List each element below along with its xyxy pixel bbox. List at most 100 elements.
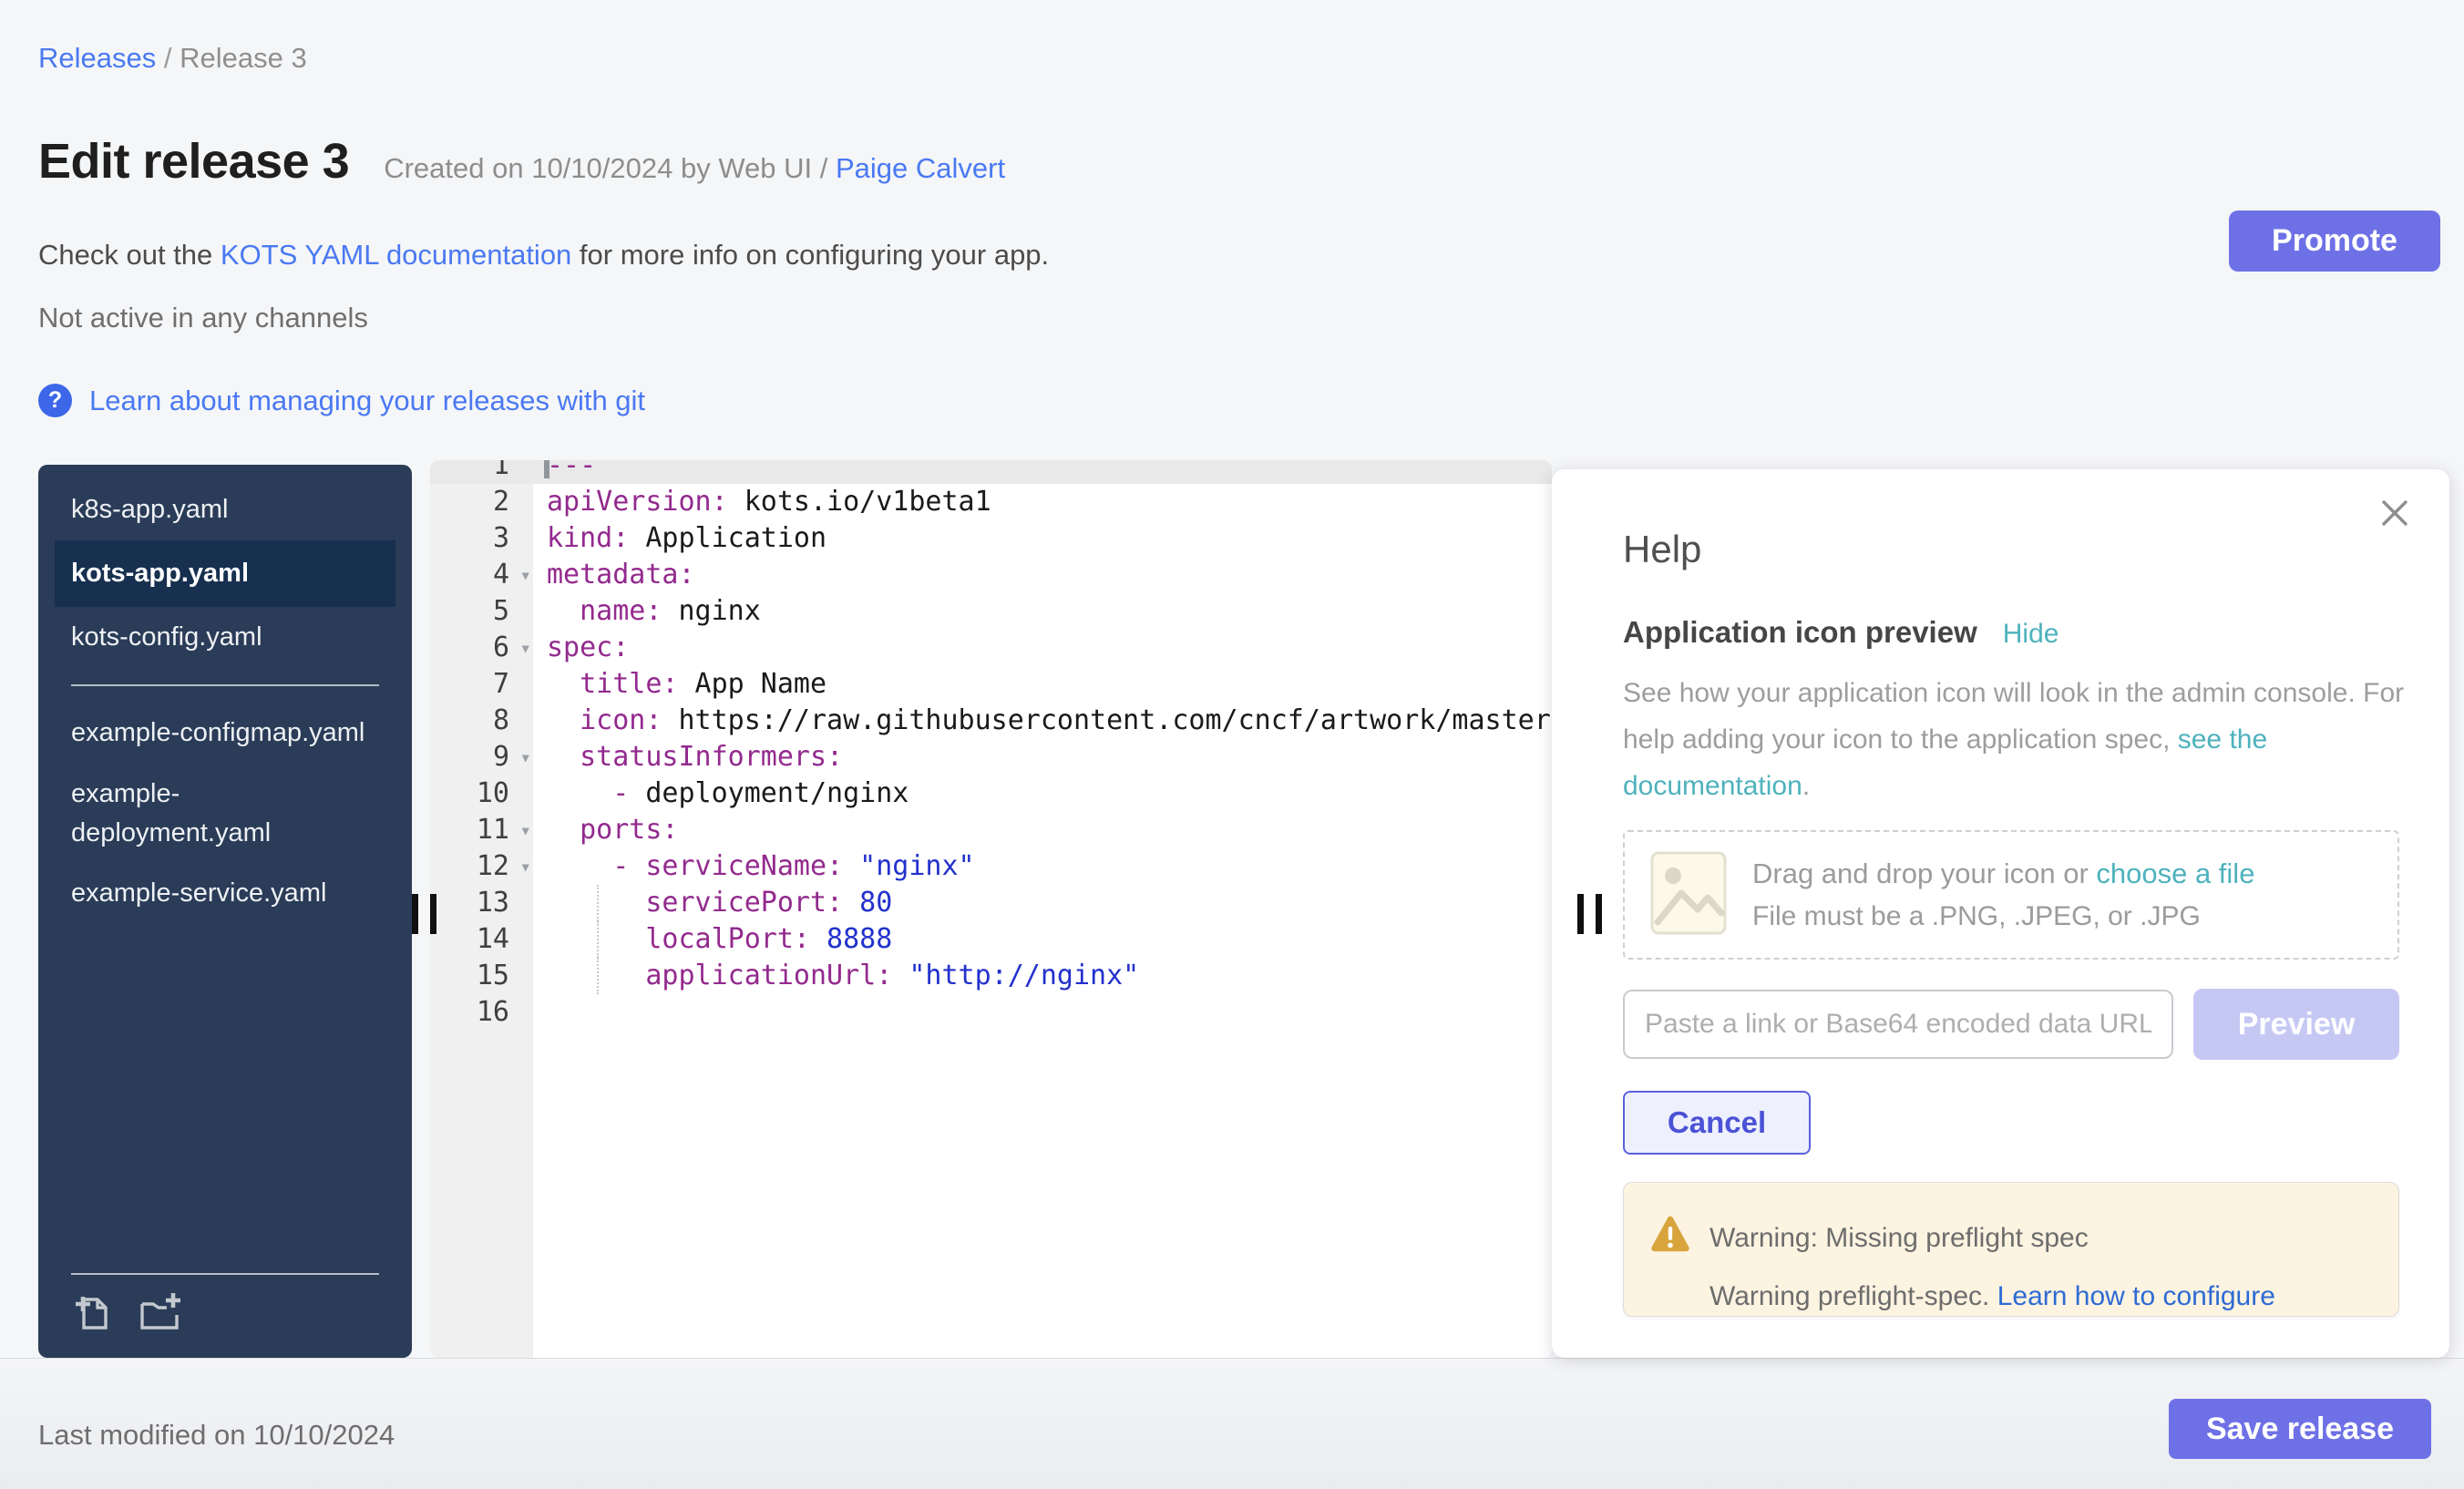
- kots-yaml-docs-link[interactable]: KOTS YAML documentation: [221, 239, 571, 271]
- code-token: [547, 704, 580, 736]
- file-tree-sidebar: k8s-app.yamlkots-app.yamlkots-config.yam…: [38, 465, 412, 1358]
- add-file-button[interactable]: [71, 1291, 113, 1336]
- file-tree-item-kots-config.yaml[interactable]: kots-config.yaml: [55, 607, 395, 668]
- preflight-warning: Warning: Missing preflight spec Warning …: [1623, 1182, 2399, 1317]
- code-line[interactable]: 6▾spec:: [430, 630, 1552, 666]
- fold-arrow-icon[interactable]: ▾: [519, 557, 531, 593]
- file-list: k8s-app.yamlkots-app.yamlkots-config.yam…: [38, 465, 412, 924]
- fold-arrow-icon[interactable]: ▾: [519, 812, 531, 848]
- preview-button[interactable]: Preview: [2193, 989, 2399, 1060]
- file-tree-item-k8s-app.yaml[interactable]: k8s-app.yaml: [55, 479, 395, 540]
- code-line[interactable]: 7 title: App Name: [430, 666, 1552, 703]
- code-text: localPort: 8888: [533, 921, 1552, 958]
- git-help-link[interactable]: Learn about managing your releases with …: [89, 385, 645, 417]
- code-line[interactable]: 16: [430, 994, 1552, 1031]
- code-token: [547, 668, 580, 700]
- code-line[interactable]: 2apiVersion: kots.io/v1beta1: [430, 484, 1552, 520]
- promote-button[interactable]: Promote: [2229, 211, 2440, 272]
- code-line[interactable]: 5 name: nginx: [430, 593, 1552, 630]
- line-number: 4▾: [430, 557, 533, 593]
- resize-bar-icon: [1577, 894, 1584, 934]
- code-token: App Name: [679, 668, 827, 700]
- fold-arrow-icon[interactable]: ▾: [519, 848, 531, 885]
- file-tree-item-example-deployment.yaml[interactable]: example-deployment.yaml: [55, 764, 395, 864]
- code-token: kind:: [547, 522, 629, 554]
- code-text: ---: [533, 460, 1552, 484]
- code-line[interactable]: 13 servicePort: 80: [430, 885, 1552, 921]
- line-number: 14: [430, 921, 533, 958]
- code-text: - serviceName: "nginx": [533, 848, 1552, 885]
- cancel-button[interactable]: Cancel: [1623, 1091, 1811, 1155]
- fold-arrow-icon[interactable]: ▾: [519, 630, 531, 666]
- code-text: applicationUrl: "http://nginx": [533, 958, 1552, 994]
- breadcrumb-separator: /: [156, 42, 180, 74]
- line-number: 3: [430, 520, 533, 557]
- code-token: apiVersion:: [547, 486, 728, 518]
- code-token: spec:: [547, 632, 629, 663]
- intro-post: for more info on configuring your app.: [571, 239, 1049, 271]
- line-number: 8: [430, 703, 533, 739]
- add-folder-button[interactable]: [137, 1291, 182, 1336]
- last-modified-text: Last modified on 10/10/2024: [38, 1419, 395, 1452]
- code-token: deployment/nginx: [645, 777, 909, 809]
- code-token: [547, 777, 612, 809]
- icon-url-input[interactable]: [1623, 990, 2173, 1059]
- code-token: "nginx": [843, 850, 975, 882]
- breadcrumb-releases-link[interactable]: Releases: [38, 42, 156, 74]
- code-line[interactable]: 4▾ metadata:: [430, 557, 1552, 593]
- yaml-editor[interactable]: 1---2apiVersion: kots.io/v1beta13kind: A…: [430, 460, 1552, 1358]
- code-line[interactable]: 8 icon: https://raw.githubusercontent.co…: [430, 703, 1552, 739]
- icon-dropzone[interactable]: Drag and drop your icon or choose a file…: [1623, 830, 2399, 960]
- warning-detail: Warning preflight-spec. Learn how to con…: [1709, 1281, 2275, 1312]
- resize-bar-icon: [1596, 894, 1602, 934]
- line-number: 11▾: [430, 812, 533, 848]
- code-line[interactable]: 1---: [430, 460, 1552, 484]
- close-help-button[interactable]: [2375, 493, 2415, 533]
- save-release-button[interactable]: Save release: [2169, 1399, 2431, 1459]
- code-text: kind: Application: [533, 520, 1552, 557]
- git-help-row[interactable]: ? Learn about managing your releases wit…: [38, 384, 645, 417]
- add-folder-icon: [137, 1291, 182, 1333]
- code-token: serviceName:: [645, 850, 843, 882]
- code-token: https://raw.githubusercontent.com/cncf/a…: [662, 704, 1552, 736]
- file-tree-item-kots-app.yaml[interactable]: kots-app.yaml: [55, 540, 395, 607]
- fold-arrow-icon[interactable]: ▾: [519, 739, 531, 775]
- author-link[interactable]: Paige Calvert: [836, 152, 1005, 184]
- breadcrumb-current: Release 3: [180, 42, 307, 74]
- learn-configure-link[interactable]: Learn how to configure: [1997, 1281, 2275, 1311]
- resize-bar-icon: [412, 894, 418, 934]
- warning-detail-text: Warning preflight-spec.: [1709, 1281, 1997, 1311]
- code-line[interactable]: 14 localPort: 8888: [430, 921, 1552, 958]
- code-line[interactable]: 12▾ - serviceName: "nginx": [430, 848, 1552, 885]
- file-tree-item-example-configmap.yaml[interactable]: example-configmap.yaml: [55, 703, 395, 764]
- file-tree-actions-divider: [71, 1273, 379, 1275]
- editor-content: 1---2apiVersion: kots.io/v1beta13kind: A…: [430, 460, 1552, 1031]
- tree-editor-resize-handle[interactable]: [412, 894, 436, 934]
- channel-status: Not active in any channels: [38, 302, 368, 334]
- code-line[interactable]: 15 applicationUrl: "http://nginx": [430, 958, 1552, 994]
- code-text: icon: https://raw.githubusercontent.com/…: [533, 703, 1552, 739]
- code-line[interactable]: 3kind: Application: [430, 520, 1552, 557]
- code-line[interactable]: 11▾ ports:: [430, 812, 1552, 848]
- choose-file-link[interactable]: choose a file: [2096, 857, 2254, 889]
- editor-help-resize-handle[interactable]: [1577, 894, 1602, 934]
- code-token: title:: [580, 668, 678, 700]
- line-number: 7: [430, 666, 533, 703]
- indent-guide: [597, 921, 599, 958]
- line-number: 16: [430, 994, 533, 1031]
- code-token: -: [612, 850, 645, 882]
- file-tree-item-example-service.yaml[interactable]: example-service.yaml: [55, 863, 395, 924]
- dropzone-instruction: Drag and drop your icon or choose a file: [1752, 857, 2254, 890]
- code-token: icon:: [580, 704, 662, 736]
- code-token: [547, 595, 580, 627]
- code-line[interactable]: 9▾ statusInformers:: [430, 739, 1552, 775]
- line-number: 2: [430, 484, 533, 520]
- hide-link[interactable]: Hide: [2003, 619, 2059, 650]
- code-token: metadata:: [547, 559, 695, 590]
- code-token: servicePort:: [645, 887, 843, 919]
- icon-preview-description: See how your application icon will look …: [1623, 670, 2407, 809]
- code-token: "http://nginx": [892, 960, 1139, 991]
- code-text: [533, 994, 1552, 1031]
- code-token: name:: [580, 595, 662, 627]
- code-line[interactable]: 10 - deployment/nginx: [430, 775, 1552, 812]
